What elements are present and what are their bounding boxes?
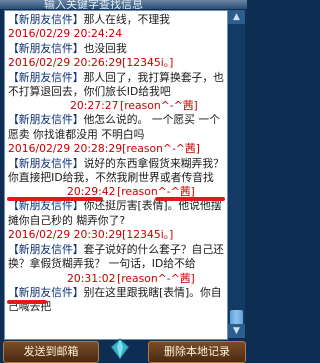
message-time: 20:24:24 bbox=[73, 27, 123, 41]
red-underline-mark bbox=[7, 300, 47, 305]
message-item: 【新朋友信件】也没回我 2016/02/29 20:26:29[12345i。] bbox=[5, 42, 227, 71]
message-self-name: [reason^-^茜] bbox=[117, 271, 195, 285]
message-sender: 【新朋友信件】 bbox=[8, 13, 84, 26]
message-log-panel[interactable]: 【新朋友信件】那人在线，不理我 2016/02/29 20:24:24 【新朋友… bbox=[4, 10, 228, 340]
window-titlebar: 输入关键字查找信息 bbox=[0, 0, 247, 9]
message-time: 20:26:29 bbox=[73, 56, 123, 70]
message-sender: 【新朋友信件】 bbox=[8, 156, 84, 170]
message-item: 【新朋友信件】说好的东西拿假货来糊弄我？你直接把ID给我，不然我刷世界或者传音找 bbox=[5, 156, 227, 201]
message-text: 那人在线，不理我 bbox=[83, 13, 170, 26]
message-date: 2016/02/29 bbox=[8, 142, 71, 156]
message-time: 20:31:02 bbox=[67, 271, 116, 285]
message-text: 也没回我 bbox=[83, 41, 127, 55]
message-self-name: [reason^-^茜] bbox=[120, 99, 198, 113]
message-date: 2016/02/29 bbox=[8, 27, 71, 41]
message-item: 【新朋友信件】那人回了，我打算换套子，也不打算退回去，你们旅长ID给我吧 20:… bbox=[5, 71, 227, 114]
message-item: 【新朋友信件】那人在线，不理我 2016/02/29 20:24:24 bbox=[5, 13, 227, 42]
triangle-down-icon[interactable]: ▼ bbox=[228, 324, 245, 338]
message-self-name: [reason^-^茜] bbox=[117, 185, 195, 199]
message-item: 2016/02/29 20:30:29[12345i。] 【新朋友信件】套子说好… bbox=[5, 228, 227, 305]
message-sender: 【新朋友信件】 bbox=[8, 242, 84, 256]
message-time: 20:28:29 bbox=[73, 142, 123, 156]
message-self-name: [reason^-^茜] bbox=[122, 142, 200, 156]
window-title: 输入关键字查找信息 bbox=[44, 0, 143, 9]
send-to-mailbox-button[interactable]: 发送到邮箱 bbox=[3, 341, 99, 363]
message-self-name: [12345i。] bbox=[122, 228, 174, 242]
message-sender: 【新朋友信件】 bbox=[8, 70, 84, 84]
scrollbar[interactable]: ▲ ▼ bbox=[228, 10, 245, 338]
triangle-up-icon[interactable]: ▲ bbox=[228, 10, 245, 24]
message-item: 20:31:02 [reason^-^茜] bbox=[5, 272, 227, 286]
gem-icon bbox=[110, 338, 130, 360]
message-time: 20:27:27 bbox=[70, 99, 119, 113]
message-time: 20:30:29 bbox=[73, 228, 123, 242]
delete-local-records-button[interactable]: 删除本地记录 bbox=[148, 341, 246, 363]
message-self-name: [12345i。] bbox=[122, 56, 174, 70]
message-date: 2016/02/29 bbox=[8, 56, 71, 70]
message-item: 【新朋友信件】他怎么说的。 一个愿买 一个愿卖 你找谁都没用 不明白吗 2016… bbox=[5, 113, 227, 156]
message-sender: 【新朋友信件】 bbox=[8, 199, 84, 213]
message-item: 20:29:42 [reason^-^茜] bbox=[5, 185, 227, 199]
message-sender: 【新朋友信件】 bbox=[8, 285, 84, 299]
message-sender: 【新朋友信件】 bbox=[8, 41, 84, 55]
message-item: 【新朋友信件】你还挺厉害[表情]。他说他摆摊你自己秒的 糊弄你了? bbox=[5, 199, 227, 228]
message-sender: 【新朋友信件】 bbox=[8, 113, 84, 127]
message-time: 20:29:42 bbox=[67, 185, 116, 199]
message-date: 2016/02/29 bbox=[8, 228, 71, 242]
